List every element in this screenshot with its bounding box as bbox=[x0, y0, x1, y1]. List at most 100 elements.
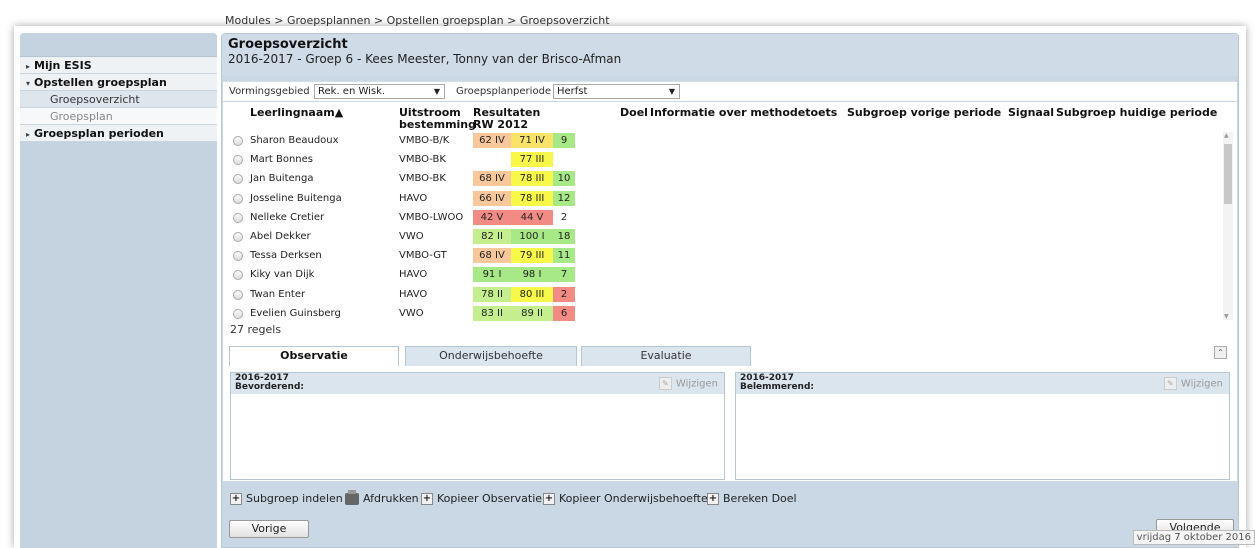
result-cell-3: 18 bbox=[553, 228, 575, 244]
uitstroom-value: HAVO bbox=[399, 269, 428, 281]
result-cell-3: 6 bbox=[553, 305, 575, 321]
table-row[interactable]: Twan Enter HAVO 78 II 80 III 2 bbox=[223, 286, 1223, 305]
groepsplanperiode-value: Herfst bbox=[557, 86, 588, 97]
groepsplanperiode-label: Groepsplanperiode bbox=[456, 86, 552, 97]
uitstroom-value: VMBO-LWOO bbox=[399, 211, 464, 223]
table-row[interactable]: Abel Dekker VWO 82 II 100 I 18 bbox=[223, 228, 1223, 247]
chevron-down-icon: ▾ bbox=[26, 79, 31, 88]
row-radio[interactable] bbox=[233, 270, 243, 281]
column-header-name[interactable]: Leerlingnaam▲ bbox=[250, 107, 343, 119]
row-radio[interactable] bbox=[233, 155, 243, 166]
filter-bar: Vormingsgebied Rek. en Wisk. ▼ Groepspla… bbox=[223, 81, 1237, 101]
table-row[interactable]: Jan Buitenga VMBO-BK 68 IV 78 III 10 bbox=[223, 170, 1223, 189]
table-row[interactable]: Mart Bonnes VMBO-BK 77 III bbox=[223, 151, 1223, 170]
tab-evaluatie[interactable]: Evaluatie bbox=[581, 346, 751, 366]
table-scrollbar[interactable]: ▲ ▼ bbox=[1223, 132, 1233, 320]
vormingsgebied-value: Rek. en Wisk. bbox=[318, 86, 386, 97]
table-row[interactable]: Nelleke Cretier VMBO-LWOO 42 V 44 V 2 bbox=[223, 209, 1223, 228]
result-cell-1: 83 II bbox=[473, 305, 511, 321]
result-cell-1: 68 IV bbox=[473, 171, 511, 187]
student-name: Evelien Guinsberg bbox=[250, 307, 341, 319]
result-cell-3 bbox=[553, 152, 575, 167]
main-panel: Groepsoverzicht 2016-2017 - Groep 6 - Ke… bbox=[221, 33, 1239, 548]
tab-observatie[interactable]: Observatie bbox=[229, 346, 399, 367]
row-radio[interactable] bbox=[233, 174, 243, 185]
result-cell-1: 68 IV bbox=[473, 248, 511, 264]
date-tooltip: vrijdag 7 oktober 2016 bbox=[1132, 530, 1255, 545]
kopieer-observatie-button[interactable]: + Kopieer Observatie bbox=[421, 492, 542, 505]
result-cell-3: 2 bbox=[553, 286, 575, 302]
row-radio[interactable] bbox=[233, 193, 243, 204]
sidebar-item-groepsplan-perioden[interactable]: ▸ Groepsplan perioden bbox=[20, 125, 217, 142]
table-row[interactable]: Josseline Buitenga HAVO 66 IV 78 III 12 bbox=[223, 190, 1223, 209]
student-name: Jan Buitenga bbox=[250, 173, 314, 185]
result-cell-2: 77 III bbox=[511, 152, 553, 168]
dropdown-arrow-icon: ▼ bbox=[668, 87, 675, 96]
subgroep-indelen-label: Subgroep indelen bbox=[246, 492, 343, 505]
kopieer-onderwijsbehoefte-button[interactable]: + Kopieer Onderwijsbehoefte bbox=[543, 492, 708, 505]
tab-onderwijsbehoefte[interactable]: Onderwijsbehoefte bbox=[405, 346, 577, 366]
column-header-signaal[interactable]: Signaal bbox=[1008, 107, 1054, 119]
column-header-subgroep-vorige[interactable]: Subgroep vorige periode bbox=[847, 107, 1001, 119]
table-row[interactable]: Sharon Beaudoux VMBO-B/K 62 IV 71 IV 9 bbox=[223, 132, 1223, 151]
student-table: Leerlingnaam▲ Uitstroom bestemming Resul… bbox=[223, 102, 1237, 372]
sidebar-item-groepsplan[interactable]: Groepsplan bbox=[20, 108, 217, 125]
dropdown-arrow-icon: ▼ bbox=[433, 87, 440, 96]
afdrukken-button[interactable]: Afdrukken bbox=[345, 490, 419, 505]
row-radio[interactable] bbox=[233, 251, 243, 262]
plus-icon: + bbox=[421, 493, 433, 505]
row-radio[interactable] bbox=[233, 136, 243, 146]
pencil-icon: ✎ bbox=[658, 377, 672, 390]
student-name: Mart Bonnes bbox=[250, 154, 313, 166]
scrollbar-thumb[interactable] bbox=[1224, 144, 1232, 204]
row-radio[interactable] bbox=[233, 289, 243, 300]
bereken-doel-button[interactable]: + Bereken Doel bbox=[707, 492, 797, 505]
subgroep-indelen-button[interactable]: + Subgroep indelen bbox=[230, 492, 343, 505]
belemmerend-header: 2016-2017 Belemmerend: ✎ Wijzigen bbox=[736, 373, 1229, 394]
uitstroom-value: VMBO-BK bbox=[399, 154, 446, 166]
result-cell-1: 78 II bbox=[473, 286, 511, 302]
chevron-right-icon: ▸ bbox=[26, 62, 31, 71]
table-row[interactable]: Tessa Derksen VMBO-GT 68 IV 79 III 11 bbox=[223, 247, 1223, 266]
uitstroom-value: VMBO-B/K bbox=[399, 135, 450, 146]
table-row[interactable]: Evelien Guinsberg VWO 83 II 89 II 6 bbox=[223, 305, 1223, 324]
column-header-subgroep-huidige[interactable]: Subgroep huidige periode bbox=[1056, 107, 1217, 119]
vorige-button[interactable]: Vorige bbox=[229, 520, 309, 538]
result-cell-3: 7 bbox=[553, 267, 575, 283]
vormingsgebied-select[interactable]: Rek. en Wisk. ▼ bbox=[314, 84, 445, 99]
student-name: Abel Dekker bbox=[250, 230, 311, 242]
row-radio[interactable] bbox=[233, 231, 243, 242]
sidebar-item-label: Groepsplan perioden bbox=[34, 127, 164, 140]
wijzigen-button-right[interactable]: ✎ Wijzigen bbox=[1163, 377, 1223, 391]
student-name: Josseline Buitenga bbox=[250, 192, 342, 204]
sidebar-item-mijn-esis[interactable]: ▸ Mijn ESIS bbox=[20, 57, 217, 74]
sidebar-item-groepsoverzicht[interactable]: Groepsoverzicht bbox=[20, 91, 217, 108]
uitstroom-value: VWO bbox=[399, 230, 424, 242]
uitstroom-value: HAVO bbox=[399, 288, 428, 300]
result-cell-2: 89 II bbox=[511, 305, 553, 321]
wijzigen-label: Wijzigen bbox=[675, 378, 718, 390]
bevorderend-label: Bevorderend: bbox=[235, 382, 304, 392]
collapse-icon[interactable]: ⌃ bbox=[1214, 346, 1227, 359]
result-cell-1: 42 V bbox=[473, 209, 511, 225]
vormingsgebied-label: Vormingsgebied bbox=[229, 86, 310, 97]
sidebar-top bbox=[20, 33, 217, 57]
result-cell-1: 91 I bbox=[473, 267, 511, 283]
afdrukken-label: Afdrukken bbox=[363, 492, 419, 505]
column-header-resultaten[interactable]: Resultaten RW 2012 bbox=[473, 107, 540, 131]
kopieer-observatie-label: Kopieer Observatie bbox=[437, 492, 543, 505]
row-radio[interactable] bbox=[233, 308, 243, 319]
table-row[interactable]: Kiky van Dijk HAVO 91 I 98 I7 bbox=[223, 266, 1223, 285]
sidebar-item-opstellen-groepsplan[interactable]: ▾ Opstellen groepsplan bbox=[20, 74, 217, 91]
column-header-uitstroom[interactable]: Uitstroom bestemming bbox=[399, 107, 476, 131]
column-header-informatie[interactable]: Informatie over methodetoets bbox=[650, 107, 837, 119]
scroll-down-icon[interactable]: ▼ bbox=[1224, 313, 1229, 320]
wijzigen-button-left[interactable]: ✎ Wijzigen bbox=[658, 377, 718, 391]
scroll-up-icon[interactable]: ▲ bbox=[1224, 132, 1229, 139]
result-cell-3: 9 bbox=[553, 133, 575, 148]
result-cell-2: 80 III bbox=[511, 286, 553, 302]
row-radio[interactable] bbox=[233, 212, 243, 223]
result-cell-2: 98 I bbox=[511, 267, 553, 283]
column-header-doel[interactable]: Doel bbox=[620, 107, 648, 119]
groepsplanperiode-select[interactable]: Herfst ▼ bbox=[553, 84, 680, 99]
